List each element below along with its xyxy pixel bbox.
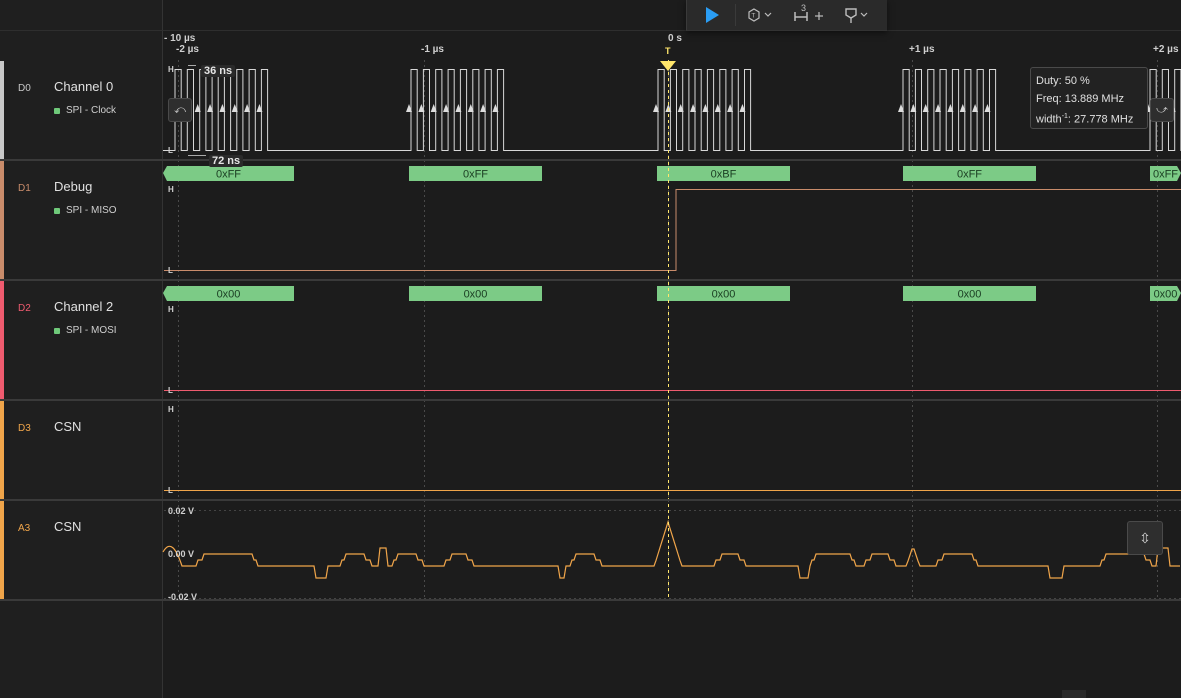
horizontal-scrollbar[interactable] xyxy=(1062,690,1086,698)
timing-measure-icon xyxy=(794,12,823,21)
tick-label: +2 µs xyxy=(1153,44,1179,55)
decoded-byte-label: 0xFF xyxy=(463,169,488,181)
trigger-settings-icon: T xyxy=(748,8,772,22)
channel-color-bar xyxy=(0,161,4,279)
channel-row-a3[interactable]: A3 CSN xyxy=(0,501,162,599)
analog-mid-label: 0.00 V xyxy=(168,549,195,559)
play-icon xyxy=(706,7,719,23)
channel-color-bar xyxy=(0,401,4,499)
channel-row-d0[interactable]: D0 Channel 0 SPI - Clock xyxy=(0,61,162,159)
channel-name[interactable]: Channel 2 xyxy=(54,299,113,314)
prev-edge-button[interactable]: ⤺ xyxy=(168,98,192,122)
level-high-label: H xyxy=(168,305,174,314)
channel-id: D0 xyxy=(18,83,31,94)
clock-edge-arrows xyxy=(182,104,1176,112)
capture-toolbar: T 3 xyxy=(686,0,887,31)
channel-row-d1[interactable]: D1 Debug SPI - MISO xyxy=(0,161,162,279)
decoded-byte-label: 0xFF xyxy=(957,169,982,181)
channel-protocol: SPI - MISO xyxy=(54,205,117,216)
marker-button[interactable] xyxy=(839,0,875,30)
channel-protocol: SPI - Clock xyxy=(54,105,116,116)
level-high-label: H xyxy=(168,185,174,194)
decoded-byte-label: 0xFF xyxy=(1153,169,1178,181)
protocol-dot xyxy=(54,327,60,334)
channel-row-d3[interactable]: D3 CSN xyxy=(0,401,162,499)
decoded-byte-label: 0x00 xyxy=(1154,289,1178,301)
decoded-byte-label: 0x00 xyxy=(217,289,241,301)
channel-id: D1 xyxy=(18,183,31,194)
level-low-label: L xyxy=(168,146,173,155)
channel-id: D3 xyxy=(18,423,31,434)
timing-measure-button[interactable]: 3 xyxy=(791,0,827,30)
level-low-label: L xyxy=(168,266,173,275)
channel-id: D2 xyxy=(18,303,31,314)
mosi-decode-track: 0x00 0x00 0x00 0x00 0x00 xyxy=(163,286,1181,301)
prev-edge-icon: ⤺ xyxy=(174,103,186,116)
autoscale-button[interactable]: ⇳ xyxy=(1127,521,1163,555)
next-edge-button[interactable]: ⤻ xyxy=(1150,98,1174,122)
decoded-byte-label: 0x00 xyxy=(712,289,736,301)
channel-row-d2[interactable]: D2 Channel 2 SPI - MOSI xyxy=(0,281,162,399)
row-divider xyxy=(0,159,1181,161)
trigger-settings-button[interactable]: T xyxy=(743,0,779,30)
period-label: 72 ns xyxy=(209,155,244,167)
protocol-dot xyxy=(54,207,60,214)
channel-name[interactable]: Debug xyxy=(54,179,92,194)
analog-waveform xyxy=(162,519,1180,579)
tick-label: +1 µs xyxy=(909,44,935,55)
marker-flag-icon xyxy=(845,8,868,23)
analog-top-label: 0.02 V xyxy=(168,506,195,516)
decoded-byte-label: 0xBF xyxy=(711,169,737,181)
channel-color-bar xyxy=(0,281,4,399)
clock-waveform xyxy=(163,69,1181,151)
channel-id: A3 xyxy=(18,523,31,534)
row-divider xyxy=(0,399,1181,401)
measure-count: 3 xyxy=(801,3,807,13)
timeline-scale: - 10 µs xyxy=(164,33,196,44)
channel-name[interactable]: Channel 0 xyxy=(54,79,113,94)
svg-text:T: T xyxy=(751,13,756,20)
miso-decode-track: 0xFF 0xFF 0xBF 0xFF 0xFF xyxy=(163,166,1181,181)
fit-vertical-icon: ⇳ xyxy=(1139,529,1151,546)
pulse-width-label: 36 ns xyxy=(201,65,236,77)
tick-label: -1 µs xyxy=(421,44,444,55)
level-high-label: H xyxy=(168,405,174,414)
measurement-tooltip: Duty: 50 % Freq: 13.889 MHz width-1: 27.… xyxy=(1030,67,1148,129)
width-frequency-value: width-1: 27.778 MHz xyxy=(1036,113,1134,126)
level-low-label: L xyxy=(168,386,173,395)
analog-bottom-label: -0.02 V xyxy=(168,592,198,602)
decoded-byte-label: 0x00 xyxy=(958,289,982,301)
trigger-label: T xyxy=(665,46,671,56)
channel-name[interactable]: CSN xyxy=(54,519,81,534)
duty-value: Duty: 50 % xyxy=(1036,75,1090,87)
tick-label: -2 µs xyxy=(176,44,199,55)
channel-color-bar xyxy=(0,501,4,599)
channel-name[interactable]: CSN xyxy=(54,419,81,434)
channel-color-bar xyxy=(0,61,4,159)
row-divider xyxy=(0,499,1181,501)
channel-protocol: SPI - MOSI xyxy=(54,325,117,336)
decoded-byte-label: 0xFF xyxy=(216,169,241,181)
tick-label: 0 s xyxy=(668,33,682,44)
miso-waveform xyxy=(164,189,1181,271)
level-high-label: H xyxy=(168,65,174,74)
decoded-byte-label: 0x00 xyxy=(464,289,488,301)
next-edge-icon: ⤻ xyxy=(1156,103,1168,116)
run-button[interactable] xyxy=(695,0,729,30)
frequency-value: Freq: 13.889 MHz xyxy=(1036,93,1125,105)
row-divider xyxy=(0,279,1181,281)
protocol-dot xyxy=(54,107,60,114)
level-low-label: L xyxy=(168,486,173,495)
